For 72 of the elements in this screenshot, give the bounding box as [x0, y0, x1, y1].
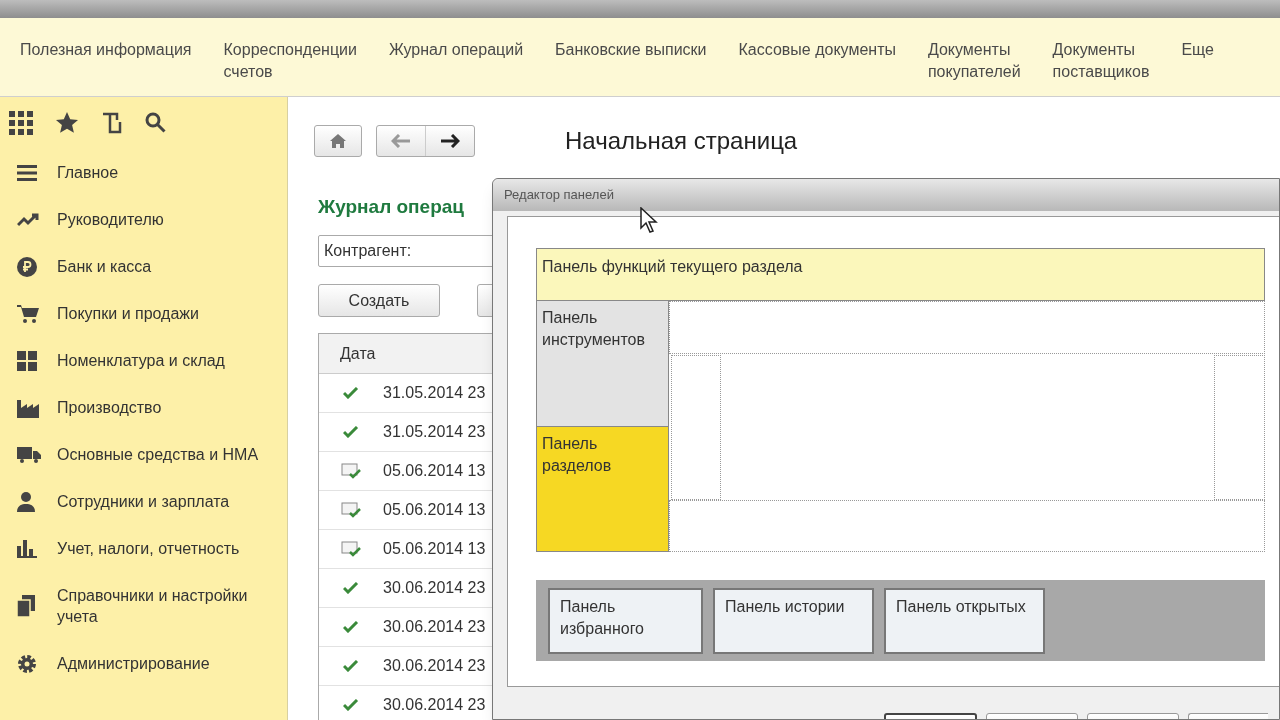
table-cell-text: 05.06.2014 13 — [383, 539, 486, 559]
table-cell-text: 05.06.2014 13 — [383, 500, 486, 520]
home-button[interactable] — [314, 125, 362, 157]
field-label: Контрагент: — [324, 241, 412, 261]
table-cell-text: 30.06.2014 23 — [383, 656, 486, 676]
sidebar-item[interactable]: Номенклатура и склад — [57, 350, 225, 371]
top-menu-link[interactable]: Кассовые документы — [738, 39, 896, 61]
table-cell-text: 31.05.2014 23 — [383, 383, 486, 403]
sidebar-item[interactable]: Руководителю — [57, 209, 164, 230]
sidebar-item[interactable]: Основные средства и НМА — [57, 444, 259, 465]
sidebar-item[interactable]: Покупки и продажи — [57, 303, 199, 324]
document-check-icon — [341, 541, 361, 557]
panel-block[interactable]: Панель функций текущего раздела — [536, 248, 1265, 301]
check-icon — [343, 699, 359, 711]
table-cell-text: 30.06.2014 23 — [383, 578, 486, 598]
panel-block[interactable]: Панель разделов — [536, 427, 669, 552]
sidebar-item[interactable]: Учет, налоги, отчетность — [57, 538, 240, 559]
factory-icon — [17, 397, 39, 418]
bar-chart-icon — [17, 539, 37, 558]
panel-block[interactable]: Панель инструментов — [536, 301, 669, 427]
apps-grid-icon[interactable] — [9, 111, 33, 135]
panel-placeholder[interactable] — [669, 301, 1265, 354]
search-icon[interactable] — [145, 112, 167, 134]
sidebar-item[interactable]: Сотрудники и зарплата — [57, 491, 230, 512]
arrow-right-icon — [440, 134, 460, 148]
ruble-coin-icon — [17, 256, 37, 277]
check-icon — [343, 582, 359, 594]
top-menu-link[interactable]: Документы поставщиков — [1052, 39, 1150, 83]
check-icon — [343, 621, 359, 633]
top-menu-link[interactable]: Журнал операций — [388, 39, 524, 61]
table-cell-text: 30.06.2014 23 — [383, 617, 486, 637]
page-title: Начальная страница — [565, 126, 798, 156]
dialog-title: Редактор панелей — [504, 186, 614, 205]
sidebar-item[interactable]: Администрирование — [57, 653, 210, 674]
documents-icon — [17, 595, 35, 617]
panel-placeholder[interactable] — [671, 355, 721, 500]
gear-icon — [17, 653, 37, 674]
top-menu-link[interactable]: Еще — [1181, 39, 1214, 61]
table-cell-text: 30.06.2014 23 — [383, 695, 486, 715]
sidebar-item[interactable]: Главное — [57, 162, 119, 183]
check-icon — [343, 660, 359, 672]
top-menu-link[interactable]: Корреспонденции счетов — [223, 39, 357, 83]
cart-icon — [17, 303, 39, 324]
document-check-icon — [341, 463, 361, 479]
panel-placeholder[interactable] — [1214, 355, 1265, 500]
panel-block[interactable]: Панель истории — [713, 588, 874, 654]
top-menu-link[interactable]: Документы покупателей — [927, 39, 1021, 83]
sidebar-item[interactable]: Производство — [57, 397, 162, 418]
blocks-icon — [17, 350, 37, 371]
document-check-icon — [341, 502, 361, 518]
sidebar-item[interactable]: Справочники и настройки учета — [57, 585, 267, 627]
column-header[interactable]: Дата — [340, 341, 376, 366]
table-cell-text: 05.06.2014 13 — [383, 461, 486, 481]
home-icon — [330, 134, 346, 148]
star-icon[interactable] — [55, 111, 79, 135]
top-menu-link[interactable]: Банковские выписки — [555, 39, 707, 61]
top-menu-link[interactable]: Полезная информация — [20, 39, 192, 61]
section-heading: Журнал операц — [318, 195, 464, 219]
sidebar-item[interactable]: Банк и касса — [57, 256, 152, 277]
arrow-left-icon — [391, 134, 411, 148]
person-icon — [17, 491, 35, 512]
panel-block[interactable]: Панель открытых — [884, 588, 1045, 654]
menu-icon — [17, 164, 37, 181]
table-cell-text: 31.05.2014 23 — [383, 422, 486, 442]
create-button[interactable]: Создать — [318, 284, 440, 317]
history-icon[interactable] — [101, 111, 123, 135]
panel-placeholder[interactable] — [669, 500, 1265, 552]
truck-icon — [17, 446, 41, 463]
panel-block[interactable]: Панель избранного — [548, 588, 703, 654]
check-icon — [343, 387, 359, 399]
check-icon — [343, 426, 359, 438]
trend-line-icon — [17, 212, 39, 227]
